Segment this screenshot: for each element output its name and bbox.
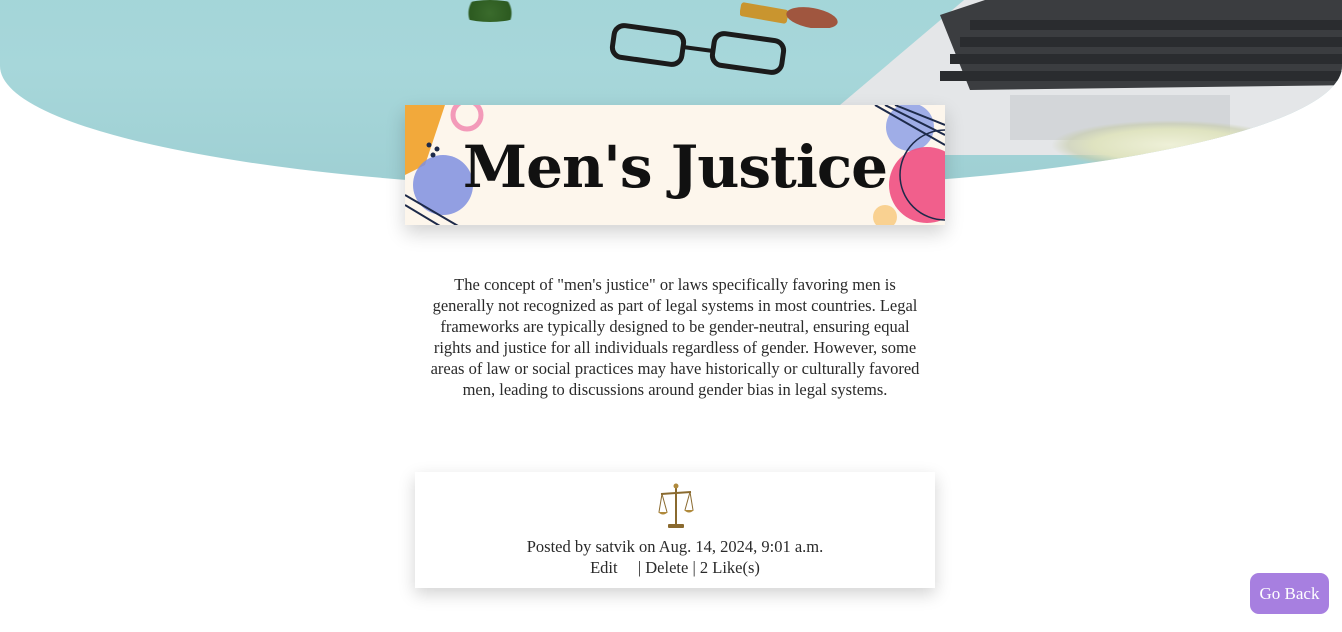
scales-of-justice-icon: [658, 483, 694, 528]
flowers-image: [1050, 120, 1290, 170]
separator: |: [637, 558, 642, 577]
likes-link[interactable]: 2 Like(s): [700, 558, 760, 577]
delete-link[interactable]: Delete: [645, 558, 688, 577]
edit-link[interactable]: Edit: [590, 558, 618, 577]
post-actions: Edit | Delete | 2 Like(s): [415, 558, 935, 578]
post-title: Men's Justice: [462, 133, 888, 201]
post-meta-card: Posted by satvik on Aug. 14, 2024, 9:01 …: [415, 472, 935, 588]
post-body: The concept of "men's justice" or laws s…: [430, 275, 920, 399]
succulent-plant-image: [455, 0, 525, 22]
post-title-banner: Men's Justice: [405, 105, 945, 225]
go-back-button[interactable]: Go Back: [1250, 573, 1329, 614]
posted-by-line: Posted by satvik on Aug. 14, 2024, 9:01 …: [526, 537, 824, 556]
separator: |: [692, 558, 696, 577]
